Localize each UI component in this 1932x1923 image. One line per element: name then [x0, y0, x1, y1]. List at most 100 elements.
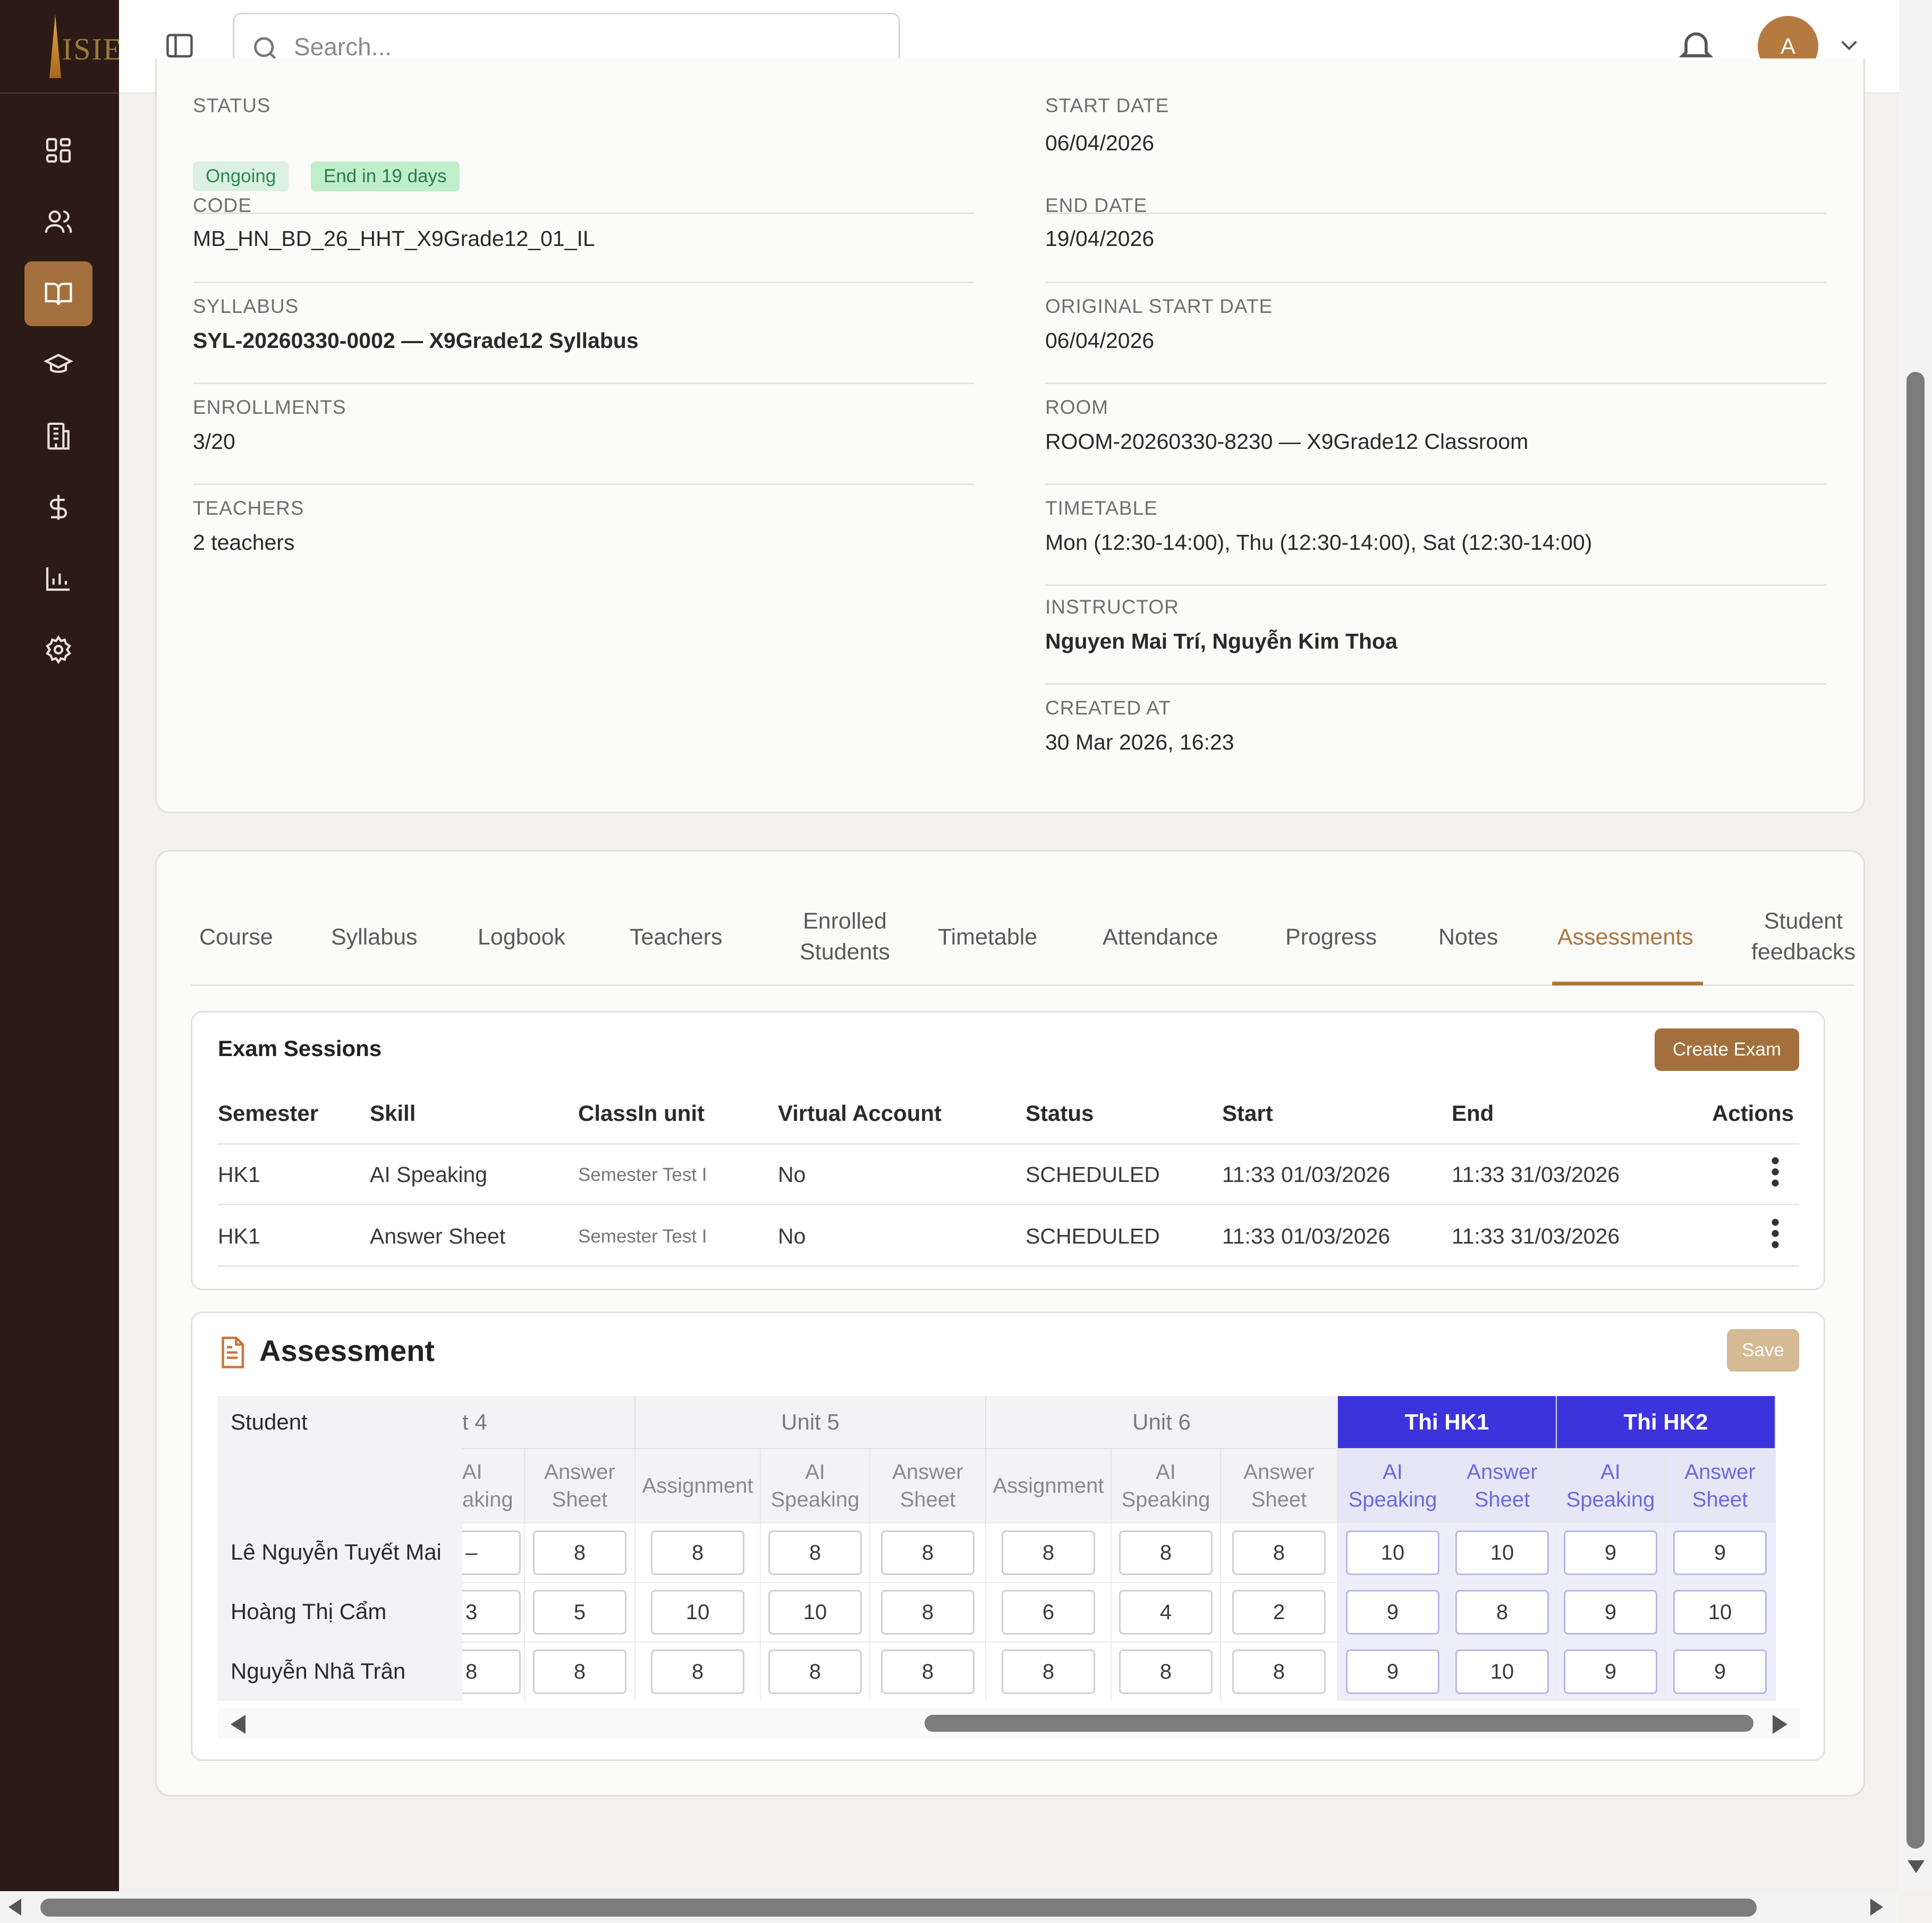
enrollments-value: 3/20 — [193, 429, 235, 454]
scroll-left-icon[interactable] — [231, 1715, 245, 1734]
column-header: Answer Sheet — [870, 1448, 986, 1522]
building-icon[interactable] — [24, 404, 92, 469]
score-input[interactable]: 9 — [1673, 1530, 1767, 1575]
group-header: Unit 6 — [986, 1396, 1338, 1448]
page-vertical-scrollbar[interactable] — [1899, 0, 1932, 1891]
score-input[interactable]: 10 — [1455, 1530, 1549, 1575]
status-field: STATUS Ongoing End in 19 days — [193, 95, 974, 214]
score-input[interactable]: 5 — [533, 1590, 626, 1635]
column-header: AI aking — [462, 1448, 525, 1522]
teachers-field: TEACHERS 2 teachers — [193, 497, 974, 572]
scroll-right-icon[interactable] — [1773, 1715, 1787, 1734]
score-input[interactable]: 8 — [651, 1530, 744, 1575]
tab-enrolled-students[interactable]: Enrolled Students — [778, 906, 911, 967]
book-icon[interactable] — [24, 261, 92, 326]
score-input[interactable]: 8 — [1232, 1649, 1326, 1694]
score-input[interactable]: 8 — [881, 1530, 975, 1575]
score-input[interactable]: 8 — [1232, 1530, 1326, 1575]
timetable-label: TIMETABLE — [1045, 497, 1158, 519]
scrollbar-thumb[interactable] — [40, 1899, 1757, 1917]
scrollbar-thumb[interactable] — [1906, 372, 1925, 1849]
score-cell: 8 — [986, 1522, 1112, 1582]
score-input[interactable]: 8 — [1002, 1530, 1095, 1575]
score-input[interactable]: 9 — [1564, 1530, 1657, 1575]
cell-end: 11:33 31/03/2026 — [1452, 1224, 1620, 1248]
grid-horizontal-scrollbar[interactable] — [218, 1707, 1800, 1739]
users-icon[interactable] — [24, 189, 92, 254]
col-virtual-account: Virtual Account — [778, 1101, 942, 1126]
score-input[interactable]: 8 — [533, 1649, 626, 1694]
chevron-down-icon[interactable] — [1838, 37, 1860, 53]
score-cell: 10 — [1448, 1641, 1557, 1701]
kebab-menu-icon[interactable] — [1767, 1156, 1783, 1188]
divider — [193, 483, 974, 485]
score-input[interactable]: 8 — [1455, 1590, 1549, 1635]
score-input[interactable]: 10 — [1673, 1590, 1767, 1635]
end-date-label: END DATE — [1045, 194, 1148, 216]
sidebar-toggle-icon[interactable] — [164, 30, 196, 62]
tab-teachers[interactable]: Teachers — [630, 922, 722, 952]
scrollbar-thumb[interactable] — [925, 1715, 1753, 1732]
score-input[interactable]: 3 — [462, 1590, 521, 1635]
tab-attendance[interactable]: Attendance — [1103, 922, 1218, 952]
save-button[interactable]: Save — [1727, 1329, 1799, 1372]
create-exam-button[interactable]: Create Exam — [1655, 1028, 1799, 1071]
score-input[interactable]: 9 — [1673, 1649, 1767, 1694]
scroll-down-icon[interactable] — [1908, 1860, 1925, 1873]
column-header: Answer Sheet — [1448, 1448, 1557, 1522]
dashboard-icon[interactable] — [24, 118, 92, 183]
score-input[interactable]: 8 — [462, 1649, 521, 1694]
tab-syllabus[interactable]: Syllabus — [331, 922, 418, 952]
chart-icon[interactable] — [24, 546, 92, 611]
tab-course[interactable]: Course — [199, 922, 273, 952]
score-input[interactable]: 8 — [881, 1649, 975, 1694]
score-input[interactable]: 8 — [881, 1590, 975, 1635]
score-input[interactable]: – — [462, 1530, 521, 1575]
score-input[interactable]: 8 — [768, 1530, 862, 1575]
score-input[interactable]: 8 — [651, 1649, 744, 1694]
settings-icon[interactable] — [24, 617, 92, 682]
score-input[interactable]: 6 — [1002, 1590, 1095, 1635]
score-input[interactable]: 8 — [1002, 1649, 1095, 1694]
score-input[interactable]: 10 — [1455, 1649, 1549, 1694]
score-input[interactable]: 8 — [768, 1649, 862, 1694]
graduation-cap-icon[interactable] — [24, 333, 92, 397]
page-horizontal-scrollbar[interactable] — [0, 1891, 1899, 1923]
score-input[interactable]: 9 — [1346, 1590, 1439, 1635]
score-input[interactable]: 10 — [1346, 1530, 1439, 1575]
score-cell: 8 — [462, 1641, 525, 1701]
column-header: Assignment — [635, 1448, 761, 1522]
student-name: Nguyễn Nhã Trân — [218, 1641, 462, 1701]
score-cell: 9 — [1338, 1641, 1448, 1701]
score-input[interactable]: 9 — [1346, 1649, 1439, 1694]
score-input[interactable]: 4 — [1119, 1590, 1213, 1635]
tab-notes[interactable]: Notes — [1438, 922, 1498, 952]
scroll-right-icon[interactable] — [1870, 1899, 1883, 1916]
score-input[interactable]: 10 — [768, 1590, 862, 1635]
kebab-menu-icon[interactable] — [1767, 1218, 1783, 1249]
divider — [1045, 282, 1826, 283]
instructor-label: INSTRUCTOR — [1045, 596, 1179, 618]
end-date-field: END DATE 19/04/2026 — [1045, 194, 1826, 297]
dollar-icon[interactable] — [24, 475, 92, 540]
original-start-date-value: 06/04/2026 — [1045, 328, 1155, 353]
score-input[interactable]: 8 — [1119, 1530, 1213, 1575]
document-icon — [222, 1337, 244, 1368]
score-cell: 8 — [1112, 1641, 1221, 1701]
tab-assessments[interactable]: Assessments — [1557, 922, 1693, 952]
score-input[interactable]: 8 — [533, 1530, 626, 1575]
tab-timetable[interactable]: Timetable — [938, 922, 1037, 952]
enrollments-field: ENROLLMENTS 3/20 — [193, 396, 974, 497]
score-input[interactable]: 8 — [1119, 1649, 1213, 1694]
logo[interactable]: ISIE — [0, 0, 122, 93]
score-input[interactable]: 2 — [1232, 1590, 1326, 1635]
score-input[interactable]: 9 — [1564, 1649, 1657, 1694]
score-input[interactable]: 9 — [1564, 1590, 1657, 1635]
tab-logbook[interactable]: Logbook — [478, 922, 565, 952]
tab-student-feedbacks[interactable]: Student feedbacks — [1749, 906, 1858, 967]
scroll-left-icon[interactable] — [9, 1899, 21, 1916]
assessment-grid[interactable]: t 4 Unit 5 Unit 6 Thi HK1 Thi HK2 AI aking Ans… — [218, 1396, 1800, 1704]
tab-progress[interactable]: Progress — [1285, 922, 1377, 952]
score-cell: 8 — [870, 1522, 986, 1582]
score-input[interactable]: 10 — [651, 1590, 744, 1635]
